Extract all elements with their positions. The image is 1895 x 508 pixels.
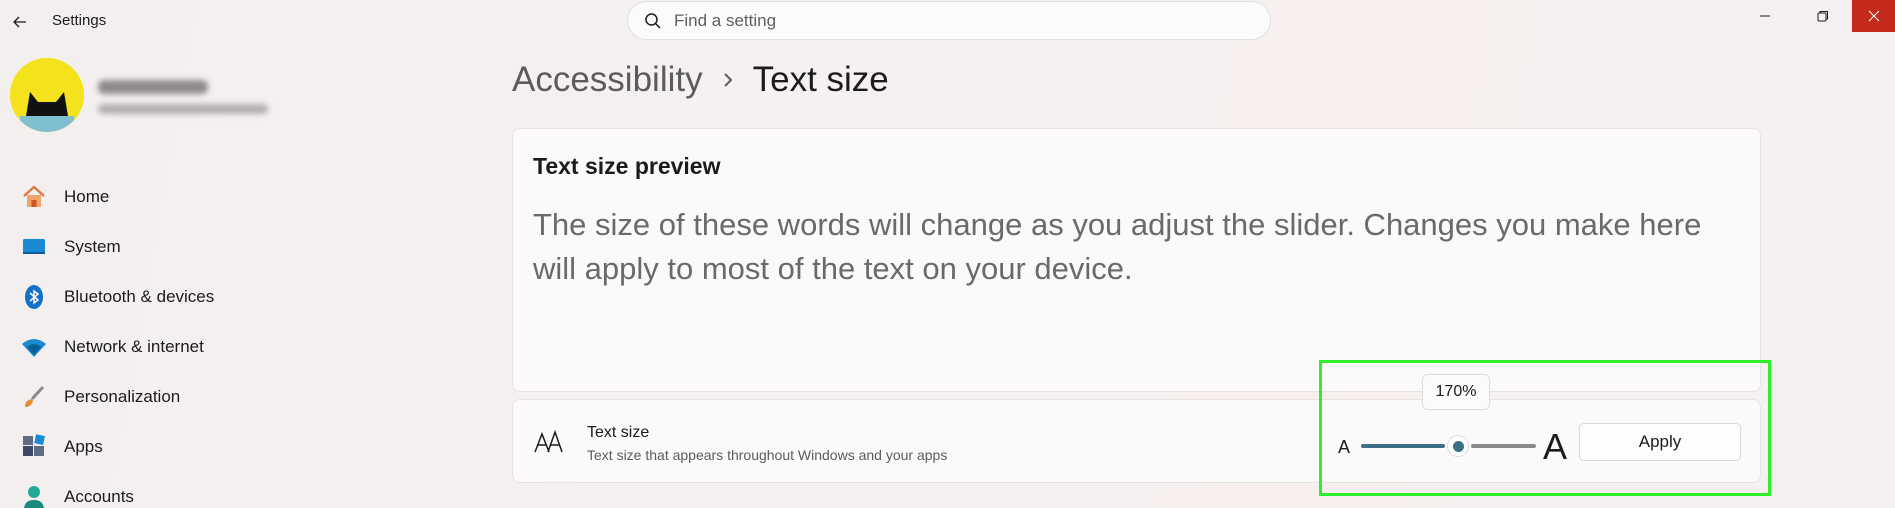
wifi-icon bbox=[20, 333, 48, 361]
sidebar-nav: Home System Bluetooth & devices Network … bbox=[0, 172, 300, 508]
back-arrow-icon bbox=[13, 16, 26, 28]
sidebar-item-home[interactable]: Home bbox=[0, 172, 300, 222]
text-size-setting-card: Text size Text size that appears through… bbox=[512, 399, 1761, 483]
sidebar-item-label: Accounts bbox=[64, 487, 134, 506]
minimize-button[interactable] bbox=[1742, 0, 1788, 32]
back-button[interactable] bbox=[8, 10, 32, 34]
bluetooth-icon bbox=[20, 283, 48, 311]
sidebar-item-label: Home bbox=[64, 187, 110, 206]
text-size-slider[interactable] bbox=[1361, 434, 1536, 458]
sidebar-item-system[interactable]: System bbox=[0, 222, 300, 272]
small-a-glyph: A bbox=[1338, 437, 1351, 457]
cat-avatar-icon bbox=[10, 58, 84, 132]
sidebar-item-accounts[interactable]: Accounts bbox=[0, 472, 300, 508]
avatar[interactable] bbox=[10, 58, 84, 132]
slider-thumb-dot bbox=[1452, 440, 1464, 452]
brush-icon bbox=[20, 383, 48, 411]
preview-text: The size of these words will change as y… bbox=[533, 207, 1702, 286]
sidebar-item-network[interactable]: Network & internet bbox=[0, 322, 300, 372]
text-size-icon bbox=[534, 429, 563, 453]
sidebar-item-label: Personalization bbox=[64, 387, 181, 406]
text-size-label: Text size bbox=[587, 424, 650, 441]
close-button[interactable] bbox=[1852, 0, 1895, 32]
person-icon bbox=[20, 483, 48, 508]
close-icon bbox=[1868, 10, 1879, 22]
preview-title: Text size preview bbox=[533, 153, 721, 179]
user-name-blurred bbox=[98, 80, 208, 94]
apps-icon bbox=[20, 433, 48, 461]
chevron-right-icon bbox=[721, 70, 735, 90]
slider-thumb[interactable] bbox=[1447, 435, 1469, 457]
page-title: Text size bbox=[752, 60, 889, 99]
search-input[interactable] bbox=[674, 10, 1234, 31]
apply-button[interactable]: Apply bbox=[1579, 423, 1741, 461]
sidebar-item-bluetooth[interactable]: Bluetooth & devices bbox=[0, 272, 300, 322]
sidebar-item-personalization[interactable]: Personalization bbox=[0, 372, 300, 422]
user-email-blurred bbox=[98, 104, 268, 114]
search-icon bbox=[645, 12, 661, 29]
restore-icon bbox=[1817, 11, 1828, 22]
breadcrumb-parent-link[interactable]: Accessibility bbox=[512, 60, 703, 100]
text-size-description: Text size that appears throughout Window… bbox=[587, 447, 948, 463]
restore-button[interactable] bbox=[1800, 0, 1846, 32]
sidebar-item-label: Bluetooth & devices bbox=[64, 287, 215, 306]
app-title: Settings bbox=[52, 12, 107, 29]
minimize-icon bbox=[1760, 15, 1770, 17]
system-display-icon bbox=[20, 233, 48, 261]
text-size-preview-card: Text size preview The size of these word… bbox=[512, 128, 1761, 392]
search-box[interactable] bbox=[627, 1, 1271, 40]
breadcrumb: Accessibility Text size bbox=[512, 60, 889, 100]
sidebar-item-label: Network & internet bbox=[64, 337, 204, 356]
slider-track-filled bbox=[1361, 444, 1445, 448]
sidebar-item-label: Apps bbox=[64, 437, 103, 456]
slider-value-tooltip: 170% bbox=[1422, 374, 1490, 410]
slider-track-remaining bbox=[1471, 444, 1536, 448]
large-a-glyph: A bbox=[1543, 426, 1568, 467]
home-icon bbox=[20, 183, 48, 211]
sidebar-item-apps[interactable]: Apps bbox=[0, 422, 300, 472]
sidebar-item-label: System bbox=[64, 237, 121, 256]
